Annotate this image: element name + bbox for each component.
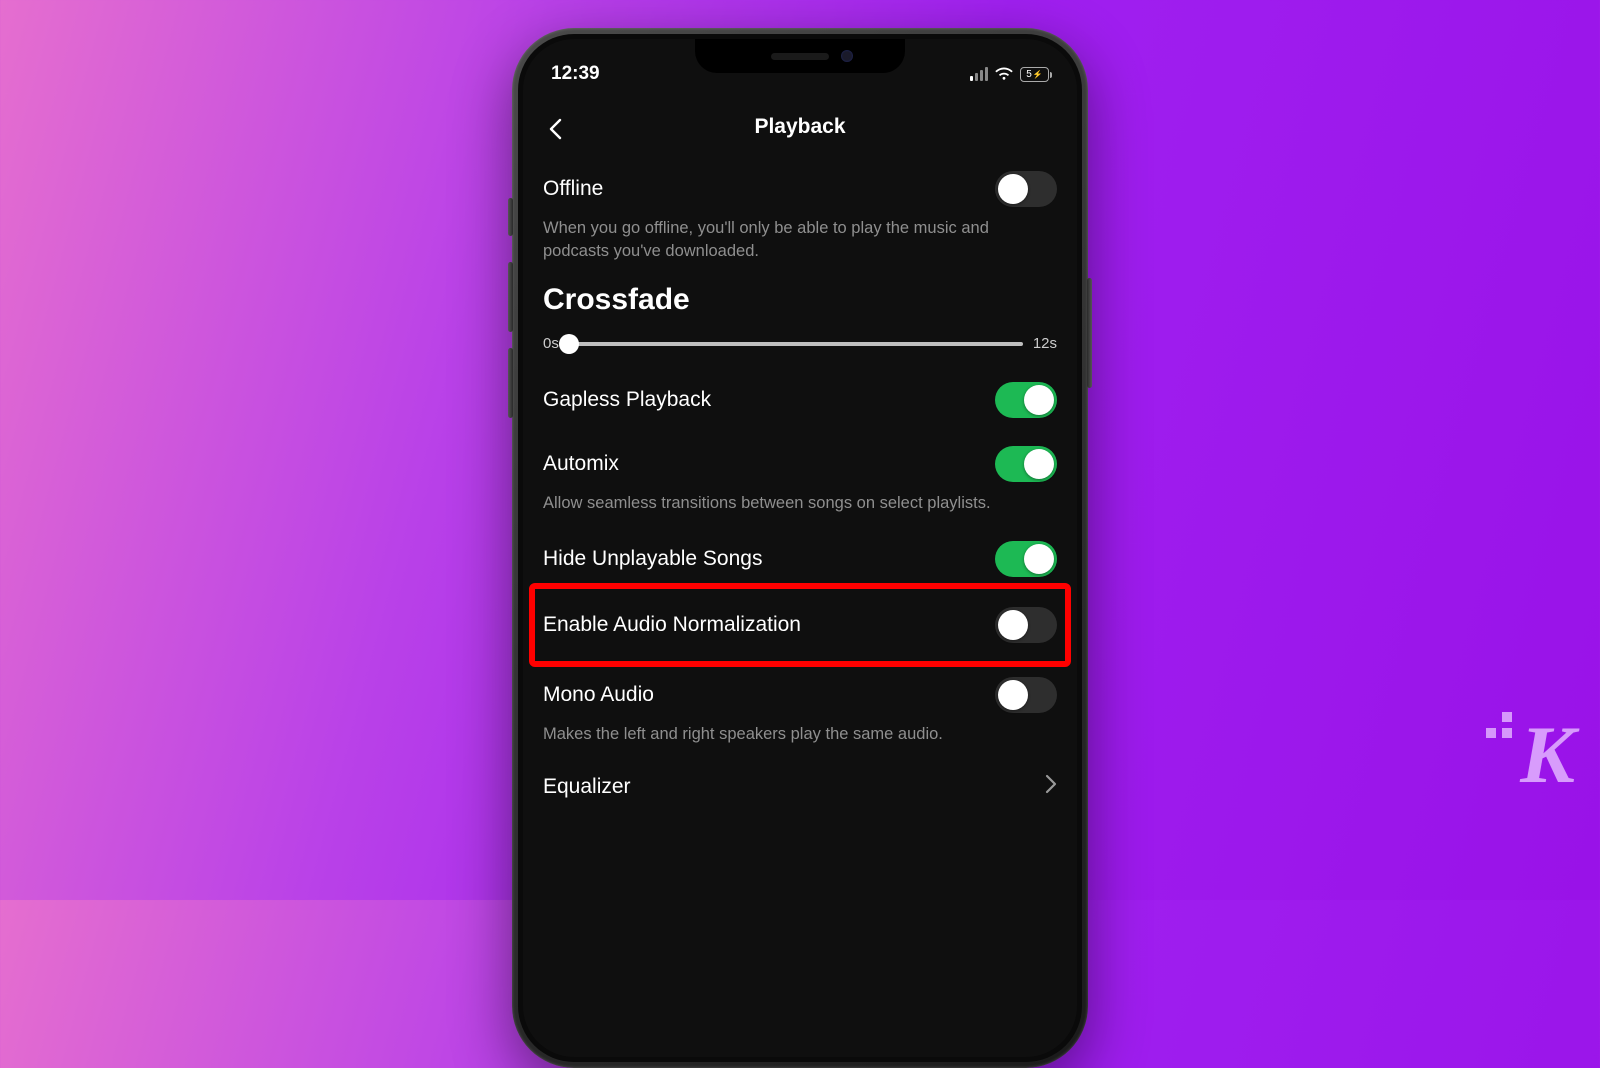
automix-label: Automix [543, 452, 619, 476]
battery-indicator: 5⚡ [1020, 67, 1049, 82]
crossfade-slider-thumb[interactable] [559, 334, 579, 354]
chevron-left-icon [548, 118, 562, 140]
offline-toggle[interactable] [995, 171, 1057, 207]
cellular-signal-icon [970, 67, 988, 81]
offline-row: Offline [543, 157, 1057, 221]
hide-unplayable-row: Hide Unplayable Songs [543, 527, 1057, 583]
phone-frame: 12:39 5⚡ Playback [512, 28, 1088, 1068]
watermark-letter: K [1520, 709, 1572, 800]
offline-description: When you go offline, you'll only be able… [543, 217, 1057, 275]
status-time: 12:39 [551, 63, 600, 85]
equalizer-row[interactable]: Equalizer [543, 758, 1057, 815]
earpiece-speaker [771, 53, 829, 60]
volume-up-button [508, 262, 513, 332]
mono-row: Mono Audio [543, 667, 1057, 727]
phone-screen: 12:39 5⚡ Playback [523, 39, 1077, 1057]
notch [695, 39, 905, 73]
power-button [1087, 278, 1092, 388]
mono-description: Makes the left and right speakers play t… [543, 723, 1057, 758]
normalization-row: Enable Audio Normalization [543, 593, 1057, 657]
offline-label: Offline [543, 177, 603, 201]
volume-down-button [508, 348, 513, 418]
equalizer-label: Equalizer [543, 775, 631, 799]
gapless-row: Gapless Playback [543, 368, 1057, 432]
battery-level: 5 [1026, 69, 1032, 80]
automix-row: Automix [543, 432, 1057, 496]
crossfade-min-label: 0s [543, 335, 559, 352]
mute-switch [508, 198, 513, 236]
automix-description: Allow seamless transitions between songs… [543, 492, 1057, 527]
wifi-icon [995, 67, 1013, 81]
chevron-right-icon [1045, 774, 1057, 799]
mono-label: Mono Audio [543, 683, 654, 707]
highlight-box: Enable Audio Normalization [529, 583, 1071, 667]
normalization-toggle[interactable] [995, 607, 1057, 643]
crossfade-section-title: Crossfade [543, 275, 1057, 329]
crossfade-max-label: 12s [1033, 335, 1057, 352]
back-button[interactable] [541, 115, 569, 143]
page-title: Playback [754, 115, 845, 139]
hide-unplayable-toggle[interactable] [995, 541, 1057, 577]
mono-toggle[interactable] [995, 677, 1057, 713]
crossfade-slider[interactable] [569, 342, 1023, 346]
nav-header: Playback [523, 93, 1077, 155]
watermark-logo: K [1520, 708, 1572, 802]
gapless-toggle[interactable] [995, 382, 1057, 418]
gapless-label: Gapless Playback [543, 388, 711, 412]
watermark-dots-icon [1486, 712, 1512, 738]
battery-charging-icon: ⚡ [1033, 70, 1043, 79]
normalization-label: Enable Audio Normalization [543, 613, 801, 637]
automix-toggle[interactable] [995, 446, 1057, 482]
front-camera [841, 50, 853, 62]
hide-unplayable-label: Hide Unplayable Songs [543, 547, 762, 571]
crossfade-slider-row: 0s 12s [543, 329, 1057, 368]
